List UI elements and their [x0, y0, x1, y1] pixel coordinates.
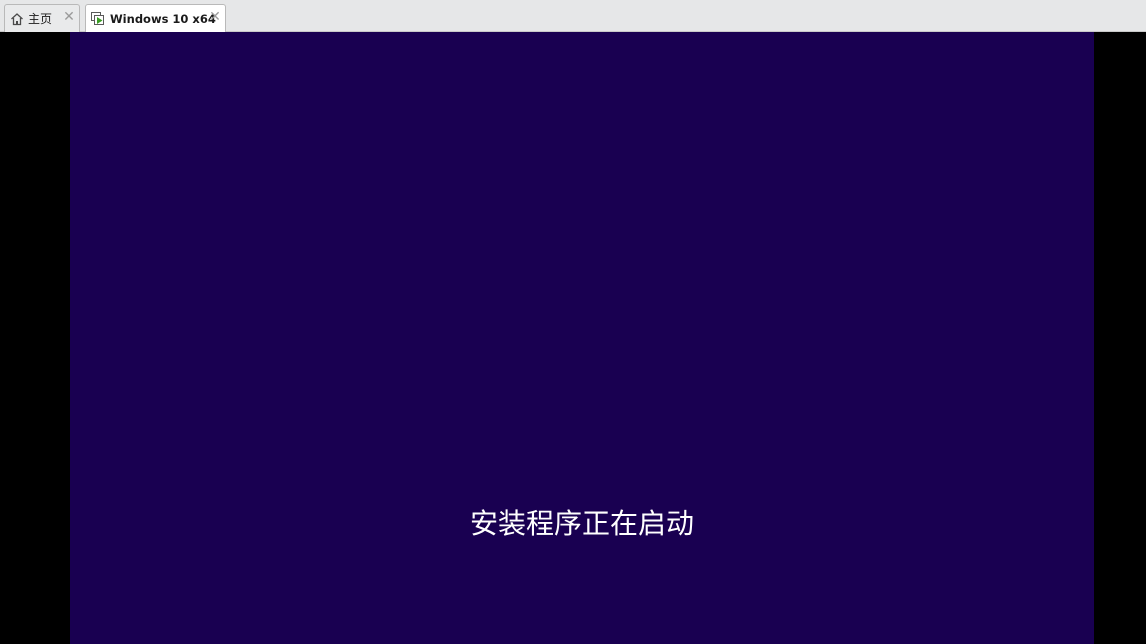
vm-display-area: 安装程序正在启动: [0, 32, 1146, 644]
tab-bar: 主页 ✕ Windows 10 x64 ✕: [0, 0, 1146, 33]
close-icon[interactable]: ✕: [62, 10, 76, 24]
tab-vm-label: Windows 10 x64: [110, 12, 216, 26]
close-icon[interactable]: ✕: [208, 10, 222, 24]
vm-screen[interactable]: 安装程序正在启动: [70, 32, 1094, 644]
vm-running-icon: [91, 12, 105, 26]
tab-home[interactable]: 主页 ✕: [4, 4, 80, 32]
tab-windows-10-x64[interactable]: Windows 10 x64 ✕: [85, 4, 226, 33]
tab-home-label: 主页: [28, 12, 53, 26]
home-icon: [10, 12, 24, 26]
setup-starting-message: 安装程序正在启动: [469, 507, 694, 540]
